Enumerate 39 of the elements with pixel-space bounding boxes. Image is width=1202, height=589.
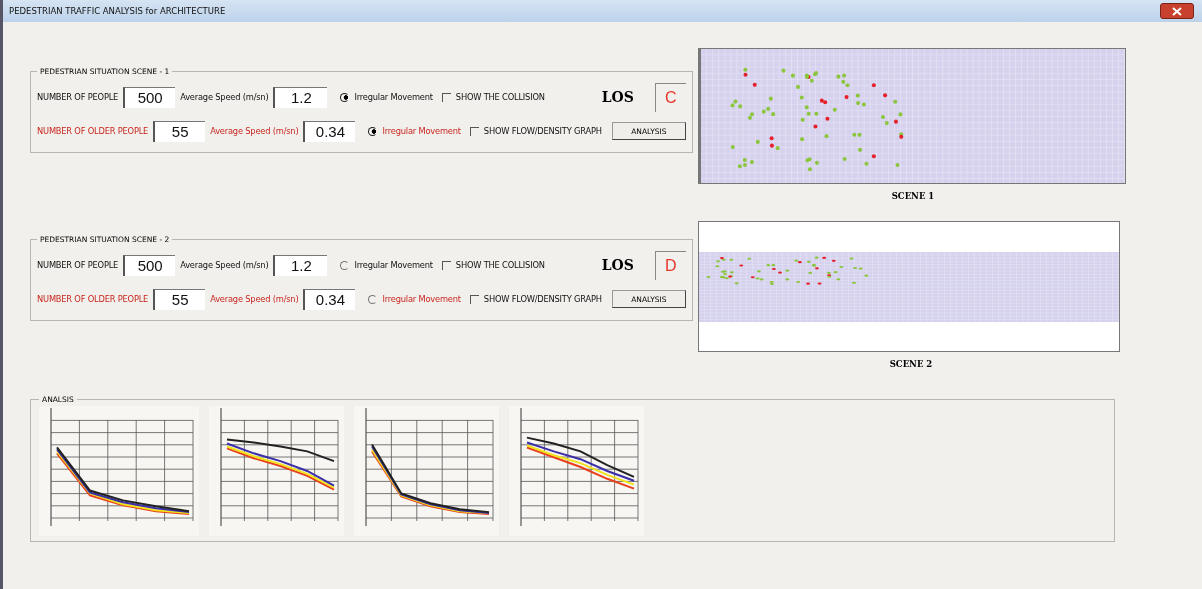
radio-label: Irregular Movement xyxy=(354,260,433,270)
scene-caption: SCENE 1 xyxy=(890,191,936,201)
field-label: Average Speed (m/sn) xyxy=(180,260,269,270)
input-field[interactable]: 1.2 xyxy=(273,254,328,276)
input-field[interactable]: 55 xyxy=(153,120,206,142)
input-field[interactable]: 500 xyxy=(123,254,176,276)
input-field[interactable]: 500 xyxy=(123,86,176,108)
radio-label: Irregular Movement xyxy=(354,92,433,102)
radio-label: Irregular Movement xyxy=(382,294,461,304)
los-value: D xyxy=(654,250,686,280)
scene-caption: SCENE 2 xyxy=(888,359,934,369)
input-field[interactable]: 0.34 xyxy=(303,288,356,310)
input-field[interactable]: 55 xyxy=(153,288,206,310)
checkbox-label: SHOW FLOW/DENSITY GRAPH xyxy=(483,126,602,136)
radio-button[interactable] xyxy=(340,92,350,102)
field-label: NUMBER OF OLDER PEOPLE xyxy=(37,126,149,136)
field-label: Average Speed (m/sn) xyxy=(210,126,299,136)
los-label: LOS xyxy=(601,89,634,105)
checkbox[interactable] xyxy=(441,260,451,270)
field-label: NUMBER OF PEOPLE xyxy=(37,260,119,270)
checkbox[interactable] xyxy=(469,294,479,304)
checkbox-label: SHOW THE COLLISION xyxy=(455,92,545,102)
close-icon xyxy=(1172,6,1182,16)
field-label: Average Speed (m/sn) xyxy=(210,294,299,304)
window-title: PEDESTRIAN TRAFFIC ANALYSIS for ARCHITECTURE xyxy=(9,6,226,16)
radio-button[interactable] xyxy=(368,126,378,136)
los-label: LOS xyxy=(601,257,634,273)
field-label: NUMBER OF OLDER PEOPLE xyxy=(37,294,149,304)
checkbox[interactable] xyxy=(441,92,451,102)
input-field[interactable]: 1.2 xyxy=(273,86,328,108)
close-button[interactable] xyxy=(1160,3,1194,19)
checkbox-label: SHOW THE COLLISION xyxy=(455,260,545,270)
checkbox[interactable] xyxy=(469,126,479,136)
field-label: NUMBER OF PEOPLE xyxy=(37,92,119,102)
radio-label: Irregular Movement xyxy=(382,126,461,136)
input-field[interactable]: 0.34 xyxy=(303,120,356,142)
field-label: Average Speed (m/sn) xyxy=(180,92,269,102)
checkbox-label: SHOW FLOW/DENSITY GRAPH xyxy=(483,294,602,304)
los-value: C xyxy=(654,82,686,112)
